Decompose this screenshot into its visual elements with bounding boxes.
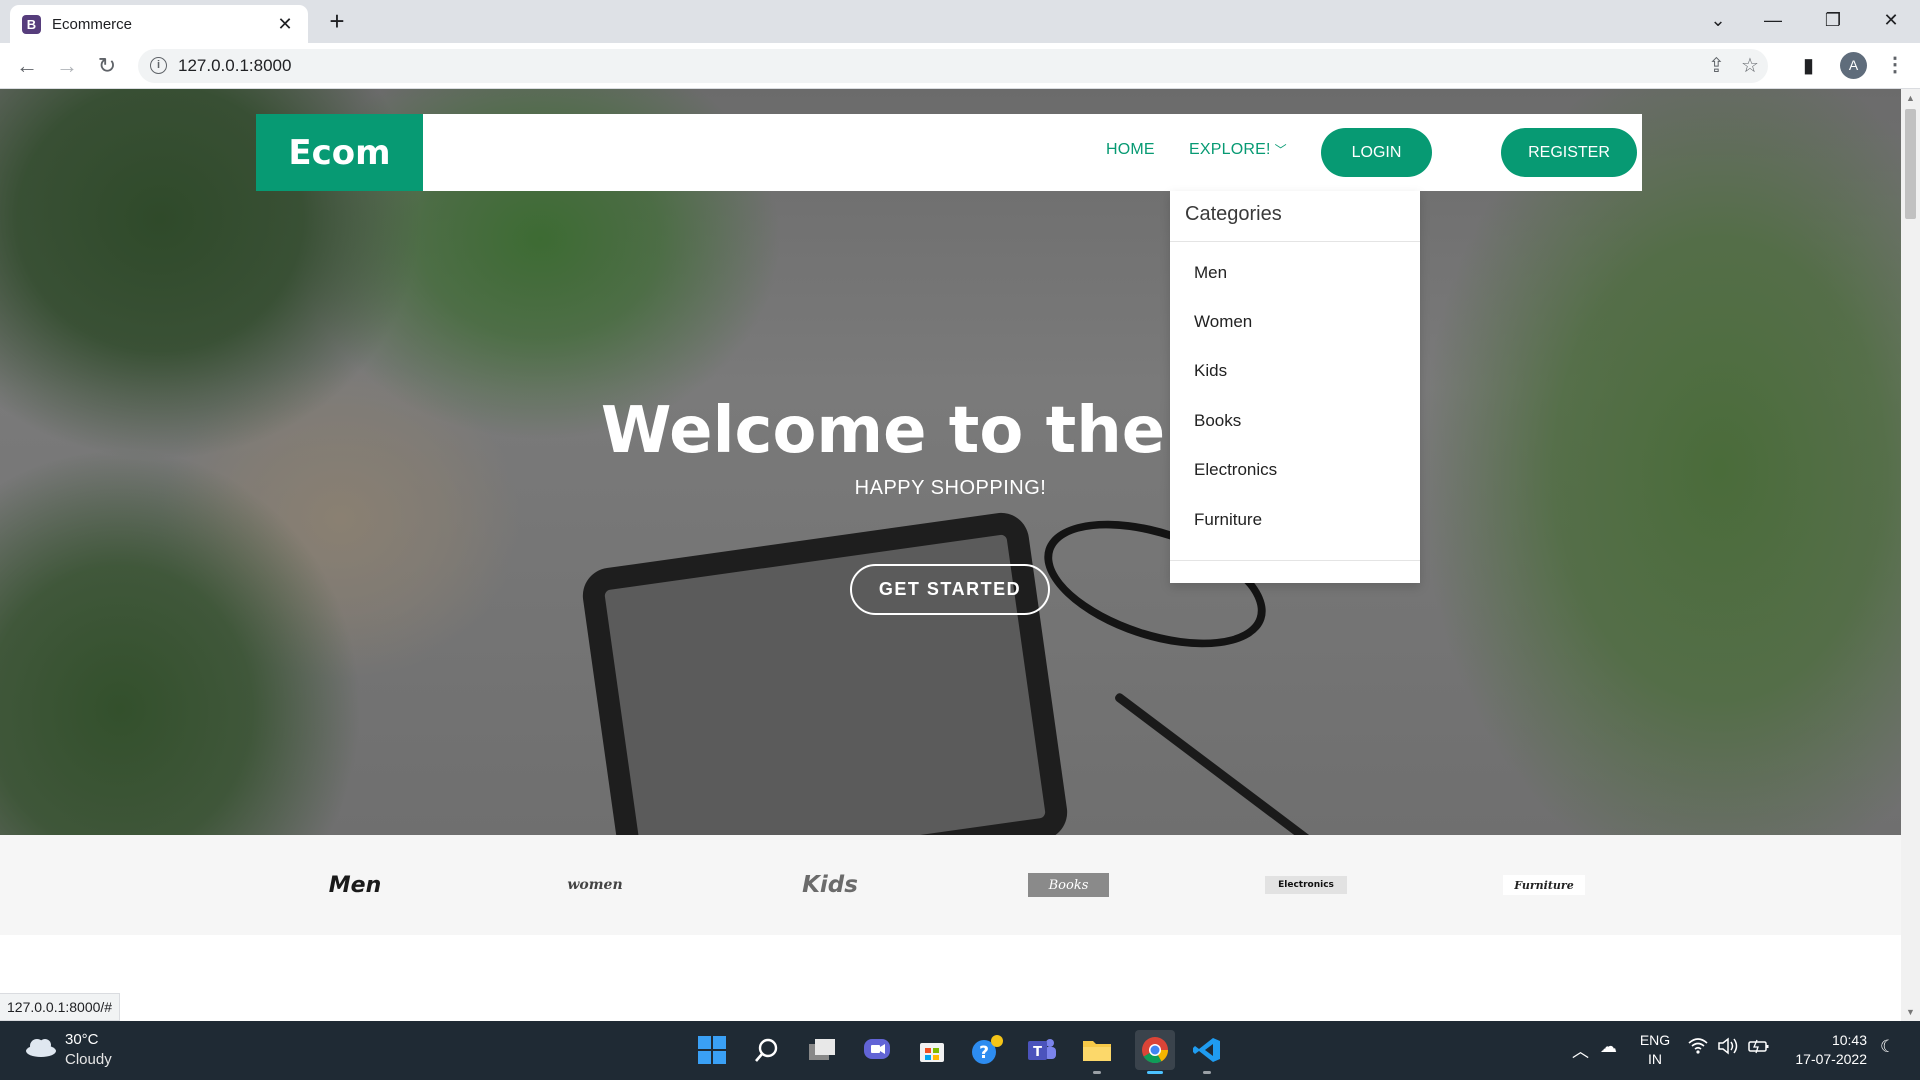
dropdown-divider	[1170, 241, 1420, 242]
page-scrollbar[interactable]: ▲ ▼	[1901, 89, 1920, 1021]
new-tab-button[interactable]: +	[322, 6, 352, 36]
system-clock[interactable]: 10:43 17-07-2022	[1782, 1031, 1867, 1069]
windows-taskbar: 30°C Cloudy ? T ︿ ☁ ENG IN 10:43 17-07-2…	[0, 1021, 1920, 1080]
category-link-books[interactable]: Books	[1194, 411, 1241, 431]
weather-condition[interactable]: Cloudy	[65, 1051, 112, 1068]
language-code: ENG	[1639, 1032, 1671, 1048]
cloud-weather-icon	[26, 1039, 56, 1057]
nav-explore-dropdown[interactable]: EXPLORE! ﹀	[1189, 141, 1287, 159]
site-navbar: Ecom HOME EXPLORE! ﹀ LOGIN REGISTER	[256, 114, 1642, 191]
chrome-icon[interactable]	[1135, 1030, 1175, 1070]
category-link-women[interactable]: Women	[1194, 312, 1252, 332]
onedrive-cloud-icon[interactable]: ☁	[1600, 1037, 1617, 1057]
help-icon[interactable]: ?	[970, 1033, 1004, 1067]
svg-text:T: T	[1033, 1045, 1042, 1060]
register-button[interactable]: REGISTER	[1501, 128, 1637, 177]
restore-button[interactable]: ❐	[1810, 6, 1856, 34]
search-icon[interactable]	[750, 1033, 784, 1067]
side-panel-icon[interactable]: ▮	[1803, 53, 1814, 78]
focus-assist-moon-icon[interactable]: ☾	[1880, 1037, 1895, 1057]
favicon-icon: B	[22, 14, 41, 34]
get-started-button[interactable]: GET STARTED	[850, 564, 1050, 615]
dropdown-header: Categories	[1185, 203, 1282, 225]
link-status-bar: 127.0.0.1:8000/#	[0, 993, 121, 1021]
region-code: IN	[1648, 1051, 1662, 1067]
explorer-running-indicator	[1093, 1071, 1101, 1074]
category-link-electronics[interactable]: Electronics	[1194, 460, 1277, 480]
browser-menu-icon[interactable]: ⋮	[1885, 52, 1905, 77]
category-logo-women[interactable]: women	[560, 873, 630, 897]
category-logo-furniture[interactable]: Furniture	[1503, 875, 1585, 895]
nav-home-link[interactable]: HOME	[1106, 141, 1155, 159]
category-logo-men[interactable]: Men	[325, 873, 385, 898]
clock-date: 17-07-2022	[1795, 1051, 1867, 1067]
chat-icon[interactable]	[860, 1033, 894, 1067]
hero-title: Welcome to the sto	[600, 394, 1301, 468]
chrome-active-indicator	[1147, 1071, 1163, 1074]
scroll-down-icon[interactable]: ▼	[1906, 1007, 1915, 1017]
minimize-button[interactable]: —	[1750, 6, 1796, 34]
scroll-up-icon[interactable]: ▲	[1906, 93, 1915, 103]
category-logo-electronics[interactable]: Electronics	[1265, 876, 1347, 894]
login-button[interactable]: LOGIN	[1321, 128, 1432, 177]
wifi-icon[interactable]	[1688, 1037, 1708, 1060]
show-hidden-icons-chevron[interactable]: ︿	[1572, 1037, 1589, 1062]
site-info-icon[interactable]: i	[150, 57, 167, 74]
category-logos-strip: Men women Kids Books Electronics Furnitu…	[0, 835, 1901, 935]
back-button[interactable]: ←	[12, 51, 42, 81]
bookmark-star-icon[interactable]: ☆	[1741, 53, 1759, 78]
page-viewport: Welcome to the sto HAPPY SHOPPING! GET S…	[0, 89, 1901, 1021]
category-link-men[interactable]: Men	[1194, 263, 1227, 283]
file-explorer-icon[interactable]	[1080, 1033, 1114, 1067]
address-bar[interactable]: i 127.0.0.1:8000 ⇪ ☆	[138, 49, 1768, 83]
store-icon[interactable]	[915, 1033, 949, 1067]
svg-text:?: ?	[979, 1043, 989, 1063]
close-tab-icon[interactable]: ✕	[274, 14, 296, 35]
browser-toolbar: ← → ↻ i 127.0.0.1:8000 ⇪ ☆ ▮ A ⋮	[0, 43, 1920, 89]
url-text[interactable]: 127.0.0.1:8000	[178, 56, 291, 76]
scroll-thumb[interactable]	[1905, 109, 1916, 219]
clock-time: 10:43	[1831, 1032, 1867, 1048]
browser-tabstrip: B Ecommerce ✕ + ⌄ — ❐ ✕	[0, 0, 1920, 43]
site-logo[interactable]: Ecom	[256, 114, 423, 191]
tab-search-chevron-icon[interactable]: ⌄	[1695, 6, 1741, 34]
volume-icon[interactable]	[1718, 1037, 1740, 1060]
hero-background: Welcome to the sto HAPPY SHOPPING! GET S…	[0, 89, 1901, 899]
vscode-icon[interactable]	[1190, 1033, 1224, 1067]
tab-title: Ecommerce	[52, 15, 133, 33]
category-link-furniture[interactable]: Furniture	[1194, 510, 1262, 530]
close-window-button[interactable]: ✕	[1868, 6, 1914, 34]
browser-tab[interactable]: B Ecommerce ✕	[10, 5, 308, 43]
forward-button[interactable]: →	[52, 51, 82, 81]
teams-icon[interactable]: T	[1025, 1033, 1059, 1067]
category-link-kids[interactable]: Kids	[1194, 361, 1227, 381]
weather-temperature[interactable]: 30°C	[65, 1031, 99, 1048]
reload-button[interactable]: ↻	[92, 51, 122, 81]
hero-subtitle: HAPPY SHOPPING!	[854, 477, 1047, 499]
profile-avatar[interactable]: A	[1840, 52, 1867, 79]
windows-start-icon[interactable]	[695, 1033, 729, 1067]
nav-explore-label: EXPLORE!	[1189, 141, 1271, 158]
category-logo-books[interactable]: Books	[1028, 873, 1109, 897]
task-view-icon[interactable]	[805, 1033, 839, 1067]
language-indicator[interactable]: ENG IN	[1638, 1031, 1672, 1069]
category-logo-kids[interactable]: Kids	[800, 872, 860, 898]
pen-photo	[1113, 691, 1327, 856]
categories-dropdown: Categories Men Women Kids Books Electron…	[1170, 191, 1420, 583]
dropdown-divider-bottom	[1170, 560, 1420, 561]
vscode-running-indicator	[1203, 1071, 1211, 1074]
share-icon[interactable]: ⇪	[1708, 53, 1725, 78]
battery-icon[interactable]	[1748, 1037, 1770, 1060]
chevron-down-icon: ﹀	[1274, 143, 1287, 157]
